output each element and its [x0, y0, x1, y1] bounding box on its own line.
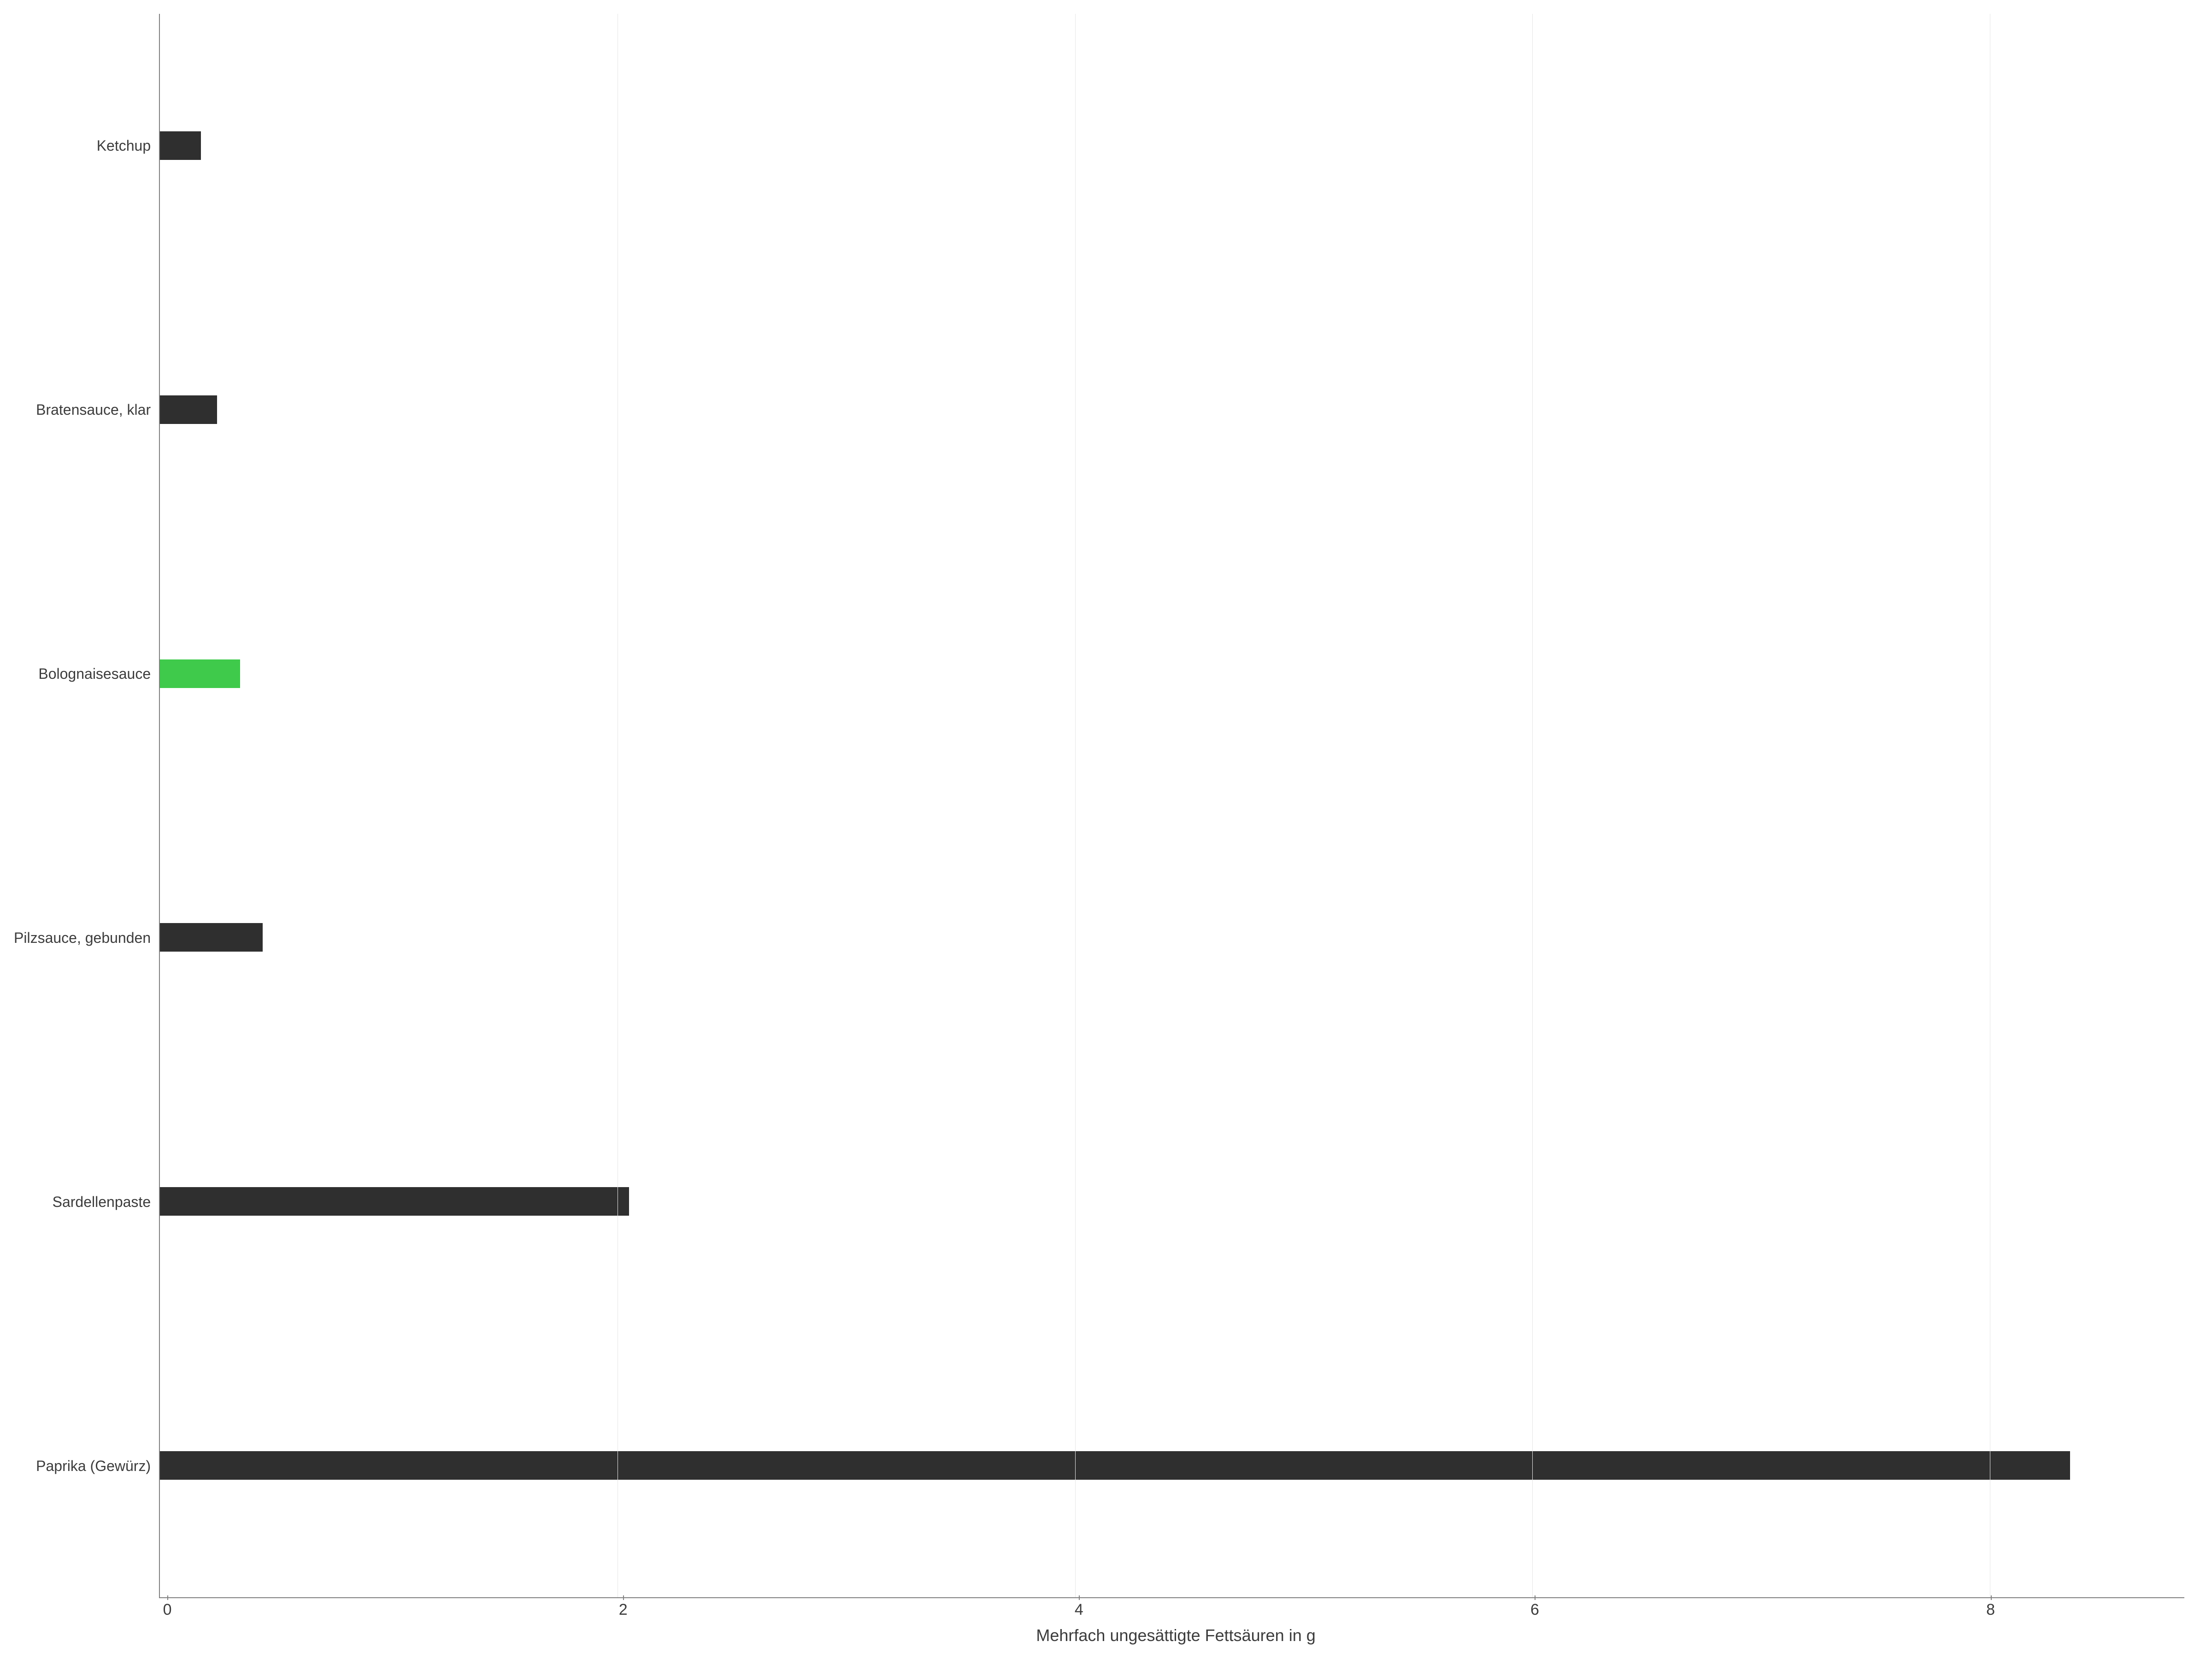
y-axis-category-label: Pilzsauce, gebunden: [14, 930, 151, 946]
x-tick-mark: [1079, 1595, 1080, 1600]
bar-slot: [160, 1187, 2184, 1216]
y-axis-category-label: Paprika (Gewürz): [36, 1458, 151, 1474]
x-tick-mark: [167, 1595, 168, 1600]
x-tick-mark: [1991, 1595, 1992, 1600]
x-tick-mark: [623, 1595, 624, 1600]
gridline: [1532, 14, 1533, 1597]
x-axis-ticks: 02468: [167, 1598, 2184, 1622]
y-axis-category-label: Bolognaisesauce: [38, 666, 151, 682]
chart-body: Ketchup Bratensauce, klar Bolognaisesauce P…: [14, 14, 2184, 1598]
plot-area: [159, 14, 2184, 1598]
bars-container: [160, 14, 2184, 1597]
x-tick-label: 0: [163, 1601, 172, 1619]
x-axis-title: Mehrfach ungesättigte Fettsäuren in g: [167, 1626, 2184, 1645]
bar-slot: [160, 131, 2184, 160]
bar-slot: [160, 923, 2184, 952]
x-tick-label: 8: [1986, 1601, 1995, 1619]
y-axis-category-label: Bratensauce, klar: [36, 402, 151, 418]
bar-chart: Ketchup Bratensauce, klar Bolognaisesauce P…: [0, 0, 2212, 1659]
bar-slot: [160, 659, 2184, 688]
y-axis-category-label: Ketchup: [97, 138, 151, 154]
bar: [160, 131, 201, 160]
x-axis-inner: 02468 Mehrfach ungesättigte Fettsäuren i…: [167, 1598, 2184, 1645]
x-axis: 0 2 4 6 8 Mehrfach ungesättigte Fettsäuren i…: [14, 1598, 2184, 1645]
x-tick-label: 4: [1075, 1601, 1083, 1619]
y-axis-labels: Ketchup Bratensauce, klar Bolognaisesauce P…: [14, 14, 159, 1598]
bar: [160, 395, 217, 424]
bar: [160, 1451, 2070, 1480]
bar-slot: [160, 1451, 2184, 1480]
bar-highlight: [160, 659, 240, 688]
bar-slot: [160, 395, 2184, 424]
gridline: [1075, 14, 1076, 1597]
bar: [160, 1187, 629, 1216]
bar: [160, 923, 263, 952]
x-tick-label: 2: [619, 1601, 628, 1619]
y-axis-category-label: Sardellenpaste: [53, 1194, 151, 1210]
x-tick-label: 6: [1530, 1601, 1539, 1619]
